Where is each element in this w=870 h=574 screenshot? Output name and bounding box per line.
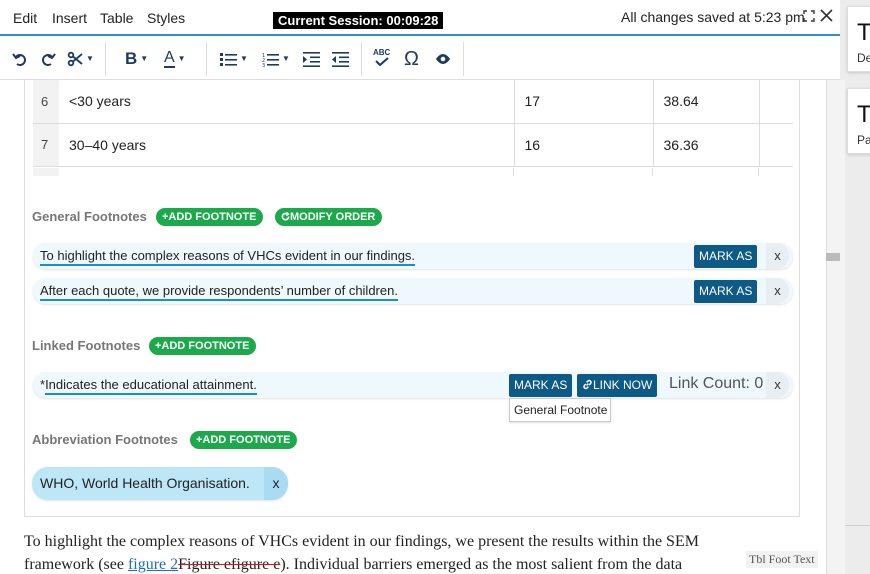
mark-as-button[interactable]: MARK AS (694, 280, 758, 303)
table-cell[interactable]: 17 (514, 80, 654, 124)
side-card-title: Ta (857, 101, 870, 128)
omega-icon[interactable]: Ω (404, 48, 419, 70)
abbreviation-text[interactable]: WHO, World Health Organisation. (40, 475, 250, 491)
close-icon[interactable] (820, 9, 833, 26)
link-count: Link Count: 0 (669, 375, 764, 392)
table-cell[interactable]: 30–40 years (59, 123, 515, 167)
add-general-footnote-button[interactable]: +ADD FOOTNOTE (156, 208, 264, 226)
general-footnotes-label: General Footnotes (32, 209, 147, 224)
side-card[interactable]: Ta Pa (847, 88, 870, 154)
menu-styles[interactable]: Styles (147, 10, 185, 26)
toolbar-group-format: B ▼ A ▼ (106, 42, 207, 76)
footnote-item[interactable]: After each quote, we provide respondents… (33, 278, 793, 304)
mark-as-button[interactable]: MARK AS (509, 374, 573, 397)
table-cell-partial (514, 168, 653, 176)
undo-icon[interactable] (12, 48, 28, 70)
table-cell-partial (59, 168, 514, 176)
side-card-subtitle: De (857, 51, 870, 65)
add-linked-footnote-button[interactable]: +ADD FOOTNOTE (149, 337, 257, 355)
data-table: 6 <30 years 17 38.64 7 30–40 years 16 36… (33, 80, 793, 167)
mark-as-button[interactable]: MARK AS (694, 245, 758, 268)
vertical-scrollbar[interactable] (826, 80, 845, 574)
table-cell[interactable]: 16 (514, 123, 654, 167)
outdent-icon[interactable] (332, 48, 349, 70)
remove-footnote-button[interactable]: x (766, 372, 789, 398)
linked-footnotes-label: Linked Footnotes (32, 338, 141, 353)
spellcheck-label: ABC (373, 48, 391, 57)
table-row[interactable]: 7 30–40 years 16 36.36 (33, 123, 793, 167)
footnote-text-content: After each quote, we provide respondents… (40, 283, 398, 301)
table-cell[interactable]: 36.36 (653, 123, 760, 167)
footnote-text-content: To highlight the complex reasons of VHCs… (40, 248, 416, 266)
font-color-icon: A (164, 49, 175, 68)
bold-button[interactable]: B ▼ (125, 48, 148, 70)
spellcheck-icon[interactable]: ABC (373, 48, 390, 70)
deleted-text: Figure efigure e (178, 556, 281, 573)
scrollbar-thumb[interactable] (826, 253, 840, 261)
save-status: All changes saved at 5:23 pm (621, 9, 805, 25)
paragraph-text: framework (see (24, 556, 128, 573)
paragraph-style-label: Tbl Foot Text (746, 551, 818, 568)
paragraph-line: framework (see figure 2Figure efigure e)… (24, 553, 824, 574)
toolbar-group-edit: ▼ (0, 42, 106, 76)
table-row[interactable]: 6 <30 years 17 38.64 (33, 80, 793, 124)
eye-icon[interactable] (435, 48, 451, 70)
side-card-subtitle: Pa (857, 133, 870, 147)
side-card[interactable]: Ta De (847, 6, 870, 72)
refresh-icon (281, 211, 290, 221)
toolbar-group-tools: ABC Ω (362, 42, 464, 76)
footnote-text[interactable]: After each quote, we provide respondents… (40, 283, 398, 301)
side-card-title: Ta (857, 19, 870, 46)
table-cell[interactable]: 38.64 (653, 80, 760, 124)
table-cell[interactable] (759, 80, 793, 124)
menu-table[interactable]: Table (100, 10, 133, 26)
menu-insert[interactable]: Insert (52, 10, 87, 26)
row-number: 7 (33, 123, 59, 167)
table-cell-partial (653, 168, 759, 176)
bold-icon: B (125, 49, 138, 68)
footnote-text[interactable]: *Indicates the educational attainment. (40, 377, 257, 395)
abbreviation-footnotes-label: Abbreviation Footnotes (32, 432, 178, 447)
bulleted-list-icon[interactable]: ▼ (220, 48, 248, 70)
abbreviation-chip[interactable]: WHO, World Health Organisation. x (32, 467, 288, 500)
modify-order-button[interactable]: MODIFY ORDER (275, 208, 383, 226)
mark-as-tooltip: General Footnote (509, 398, 611, 422)
toolbar: ▼ B ▼ A ▼ ▼ 123 ▼ ABC Ω (0, 38, 845, 80)
numbered-list-icon[interactable]: 123 ▼ (262, 48, 290, 70)
add-abbreviation-footnote-button[interactable]: +ADD FOOTNOTE (190, 431, 298, 449)
remove-footnote-button[interactable]: x (766, 278, 789, 304)
figure-link[interactable]: figure 2 (128, 556, 178, 573)
toolbar-group-lists: ▼ 123 ▼ (207, 42, 362, 76)
indent-icon[interactable] (303, 48, 320, 70)
body-paragraph[interactable]: To highlight the complex reasons of VHCs… (24, 530, 824, 574)
session-timer: Current Session: 00:09:28 (273, 12, 444, 29)
row-number: 6 (33, 80, 59, 124)
link-icon (583, 379, 592, 390)
paragraph-text: ). Individual barriers emerged as the mo… (280, 556, 683, 573)
footnote-item[interactable]: To highlight the complex reasons of VHCs… (33, 243, 793, 269)
link-now-label: LINK NOW (593, 378, 653, 392)
row-number-partial (33, 168, 59, 176)
font-color-button[interactable]: A ▼ (164, 48, 186, 70)
editor-canvas[interactable]: 6 <30 years 17 38.64 7 30–40 years 16 36… (0, 80, 826, 574)
paragraph-line: To highlight the complex reasons of VHCs… (24, 533, 699, 550)
remove-footnote-button[interactable]: x (766, 243, 789, 269)
table-cell[interactable]: <30 years (59, 80, 515, 124)
svg-text:3: 3 (262, 63, 265, 67)
table-row-partial (33, 168, 793, 176)
scissors-icon[interactable]: ▼ (67, 48, 94, 70)
fullscreen-icon[interactable] (803, 10, 815, 22)
menu-bar: Edit Insert Table Styles Current Session… (0, 0, 845, 36)
table-cell[interactable] (759, 123, 793, 167)
menu-edit[interactable]: Edit (13, 10, 37, 26)
footnote-item[interactable]: *Indicates the educational attainment. M… (33, 372, 793, 398)
modify-order-label: MODIFY ORDER (290, 211, 376, 223)
footnote-text-content: Indicates the educational attainment. (45, 377, 257, 395)
footnote-text[interactable]: To highlight the complex reasons of VHCs… (40, 248, 416, 266)
link-now-button[interactable]: LINK NOW (577, 374, 658, 397)
redo-icon[interactable] (40, 48, 56, 70)
